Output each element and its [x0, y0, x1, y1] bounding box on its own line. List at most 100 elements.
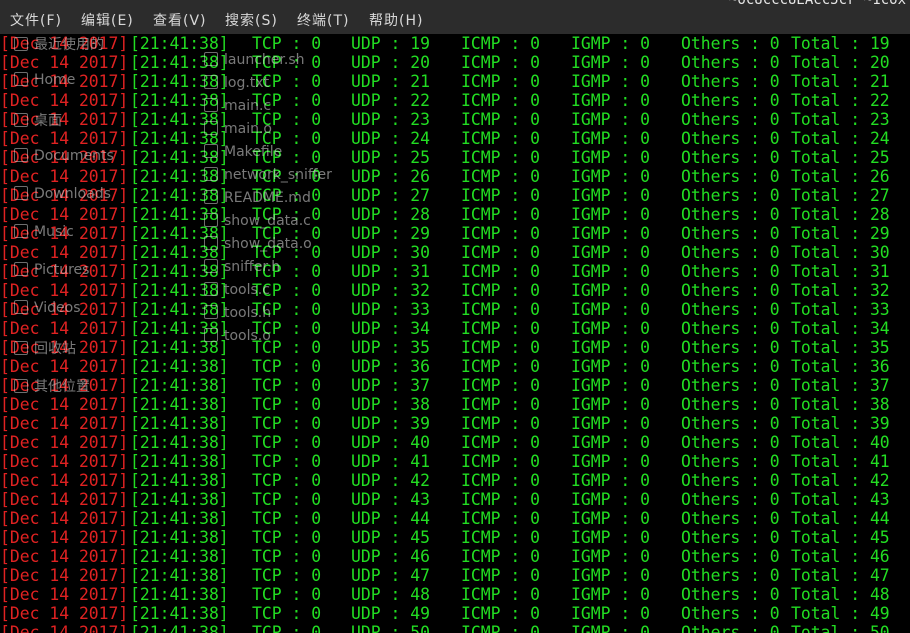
log-total: Total : 33	[791, 300, 890, 319]
log-total: Total : 48	[791, 585, 890, 604]
log-icmp: ICMP : 0	[461, 262, 540, 281]
log-others: Others : 0	[681, 205, 780, 224]
log-tcp: TCP : 0	[252, 623, 322, 633]
log-tcp: TCP : 0	[252, 148, 322, 167]
log-total: Total : 23	[791, 110, 890, 129]
log-igmp: IGMP : 0	[571, 110, 650, 129]
log-total: Total : 24	[791, 129, 890, 148]
log-row: [Dec 14 2017] [21:41:38] TCP : 0 UDP : 26 IC…	[0, 167, 910, 186]
log-icmp: ICMP : 0	[461, 167, 540, 186]
log-igmp: IGMP : 0	[571, 167, 650, 186]
log-tcp: TCP : 0	[252, 490, 322, 509]
log-date: [Dec 14 2017]	[0, 566, 129, 585]
log-row: [Dec 14 2017] [21:41:38] TCP : 0 UDP : 30 IC…	[0, 243, 910, 262]
log-others: Others : 0	[681, 129, 780, 148]
log-udp: UDP : 35	[351, 338, 430, 357]
log-total: Total : 46	[791, 547, 890, 566]
log-row: [Dec 14 2017] [21:41:38] TCP : 0 UDP : 41 IC…	[0, 452, 910, 471]
log-time: [21:41:38]	[130, 376, 229, 395]
log-icmp: ICMP : 0	[461, 471, 540, 490]
log-total: Total : 29	[791, 224, 890, 243]
log-others: Others : 0	[681, 566, 780, 585]
log-total: Total : 25	[791, 148, 890, 167]
log-tcp: TCP : 0	[252, 34, 322, 53]
log-others: Others : 0	[681, 490, 780, 509]
log-tcp: TCP : 0	[252, 357, 322, 376]
log-tcp: TCP : 0	[252, 300, 322, 319]
log-igmp: IGMP : 0	[571, 490, 650, 509]
menu-terminal[interactable]: 终端(T)	[297, 10, 349, 30]
log-udp: UDP : 50	[351, 623, 430, 633]
log-date: [Dec 14 2017]	[0, 471, 129, 490]
log-udp: UDP : 38	[351, 395, 430, 414]
log-others: Others : 0	[681, 91, 780, 110]
log-time: [21:41:38]	[130, 110, 229, 129]
log-others: Others : 0	[681, 338, 780, 357]
log-row: [Dec 14 2017] [21:41:38] TCP : 0 UDP : 20 IC…	[0, 53, 910, 72]
log-igmp: IGMP : 0	[571, 224, 650, 243]
log-row: [Dec 14 2017] [21:41:38] TCP : 0 UDP : 33 IC…	[0, 300, 910, 319]
log-icmp: ICMP : 0	[461, 433, 540, 452]
log-row: [Dec 14 2017] [21:41:38] TCP : 0 UDP : 37 IC…	[0, 376, 910, 395]
log-others: Others : 0	[681, 224, 780, 243]
log-others: Others : 0	[681, 110, 780, 129]
log-udp: UDP : 36	[351, 357, 430, 376]
log-date: [Dec 14 2017]	[0, 395, 129, 414]
log-tcp: TCP : 0	[252, 262, 322, 281]
log-tcp: TCP : 0	[252, 167, 322, 186]
log-udp: UDP : 47	[351, 566, 430, 585]
log-tcp: TCP : 0	[252, 186, 322, 205]
log-others: Others : 0	[681, 395, 780, 414]
log-udp: UDP : 37	[351, 376, 430, 395]
log-time: [21:41:38]	[130, 509, 229, 528]
log-icmp: ICMP : 0	[461, 281, 540, 300]
log-tcp: TCP : 0	[252, 129, 322, 148]
log-igmp: IGMP : 0	[571, 281, 650, 300]
log-date: [Dec 14 2017]	[0, 186, 129, 205]
log-others: Others : 0	[681, 262, 780, 281]
log-date: [Dec 14 2017]	[0, 357, 129, 376]
log-udp: UDP : 28	[351, 205, 430, 224]
log-udp: UDP : 20	[351, 53, 430, 72]
log-udp: UDP : 41	[351, 452, 430, 471]
log-icmp: ICMP : 0	[461, 566, 540, 585]
log-igmp: IGMP : 0	[571, 319, 650, 338]
log-tcp: TCP : 0	[252, 338, 322, 357]
log-row: [Dec 14 2017] [21:41:38] TCP : 0 UDP : 45 IC…	[0, 528, 910, 547]
log-icmp: ICMP : 0	[461, 72, 540, 91]
log-row: [Dec 14 2017] [21:41:38] TCP : 0 UDP : 46 IC…	[0, 547, 910, 566]
log-igmp: IGMP : 0	[571, 34, 650, 53]
log-total: Total : 27	[791, 186, 890, 205]
log-others: Others : 0	[681, 72, 780, 91]
log-total: Total : 42	[791, 471, 890, 490]
log-time: [21:41:38]	[130, 53, 229, 72]
log-tcp: TCP : 0	[252, 585, 322, 604]
log-tcp: TCP : 0	[252, 72, 322, 91]
menu-search[interactable]: 搜索(S)	[225, 10, 278, 30]
log-igmp: IGMP : 0	[571, 528, 650, 547]
log-time: [21:41:38]	[130, 72, 229, 91]
menu-view[interactable]: 查看(V)	[153, 10, 207, 30]
log-tcp: TCP : 0	[252, 243, 322, 262]
log-row: [Dec 14 2017] [21:41:38] TCP : 0 UDP : 49 IC…	[0, 604, 910, 623]
log-tcp: TCP : 0	[252, 319, 322, 338]
log-time: [21:41:38]	[130, 91, 229, 110]
log-date: [Dec 14 2017]	[0, 167, 129, 186]
log-date: [Dec 14 2017]	[0, 376, 129, 395]
log-time: [21:41:38]	[130, 604, 229, 623]
terminal-output[interactable]: [Dec 14 2017] [21:41:38] TCP : 0 UDP : 19 IC…	[0, 34, 910, 633]
log-date: [Dec 14 2017]	[0, 72, 129, 91]
log-time: [21:41:38]	[130, 528, 229, 547]
log-row: [Dec 14 2017] [21:41:38] TCP : 0 UDP : 36 IC…	[0, 357, 910, 376]
log-igmp: IGMP : 0	[571, 186, 650, 205]
log-row: [Dec 14 2017] [21:41:38] TCP : 0 UDP : 48 IC…	[0, 585, 910, 604]
log-igmp: IGMP : 0	[571, 205, 650, 224]
menu-edit[interactable]: 编辑(E)	[81, 10, 134, 30]
log-igmp: IGMP : 0	[571, 148, 650, 167]
menu-file[interactable]: 文件(F)	[10, 10, 62, 30]
log-icmp: ICMP : 0	[461, 585, 540, 604]
log-tcp: TCP : 0	[252, 433, 322, 452]
log-total: Total : 32	[791, 281, 890, 300]
menu-help[interactable]: 帮助(H)	[369, 10, 423, 30]
log-others: Others : 0	[681, 471, 780, 490]
